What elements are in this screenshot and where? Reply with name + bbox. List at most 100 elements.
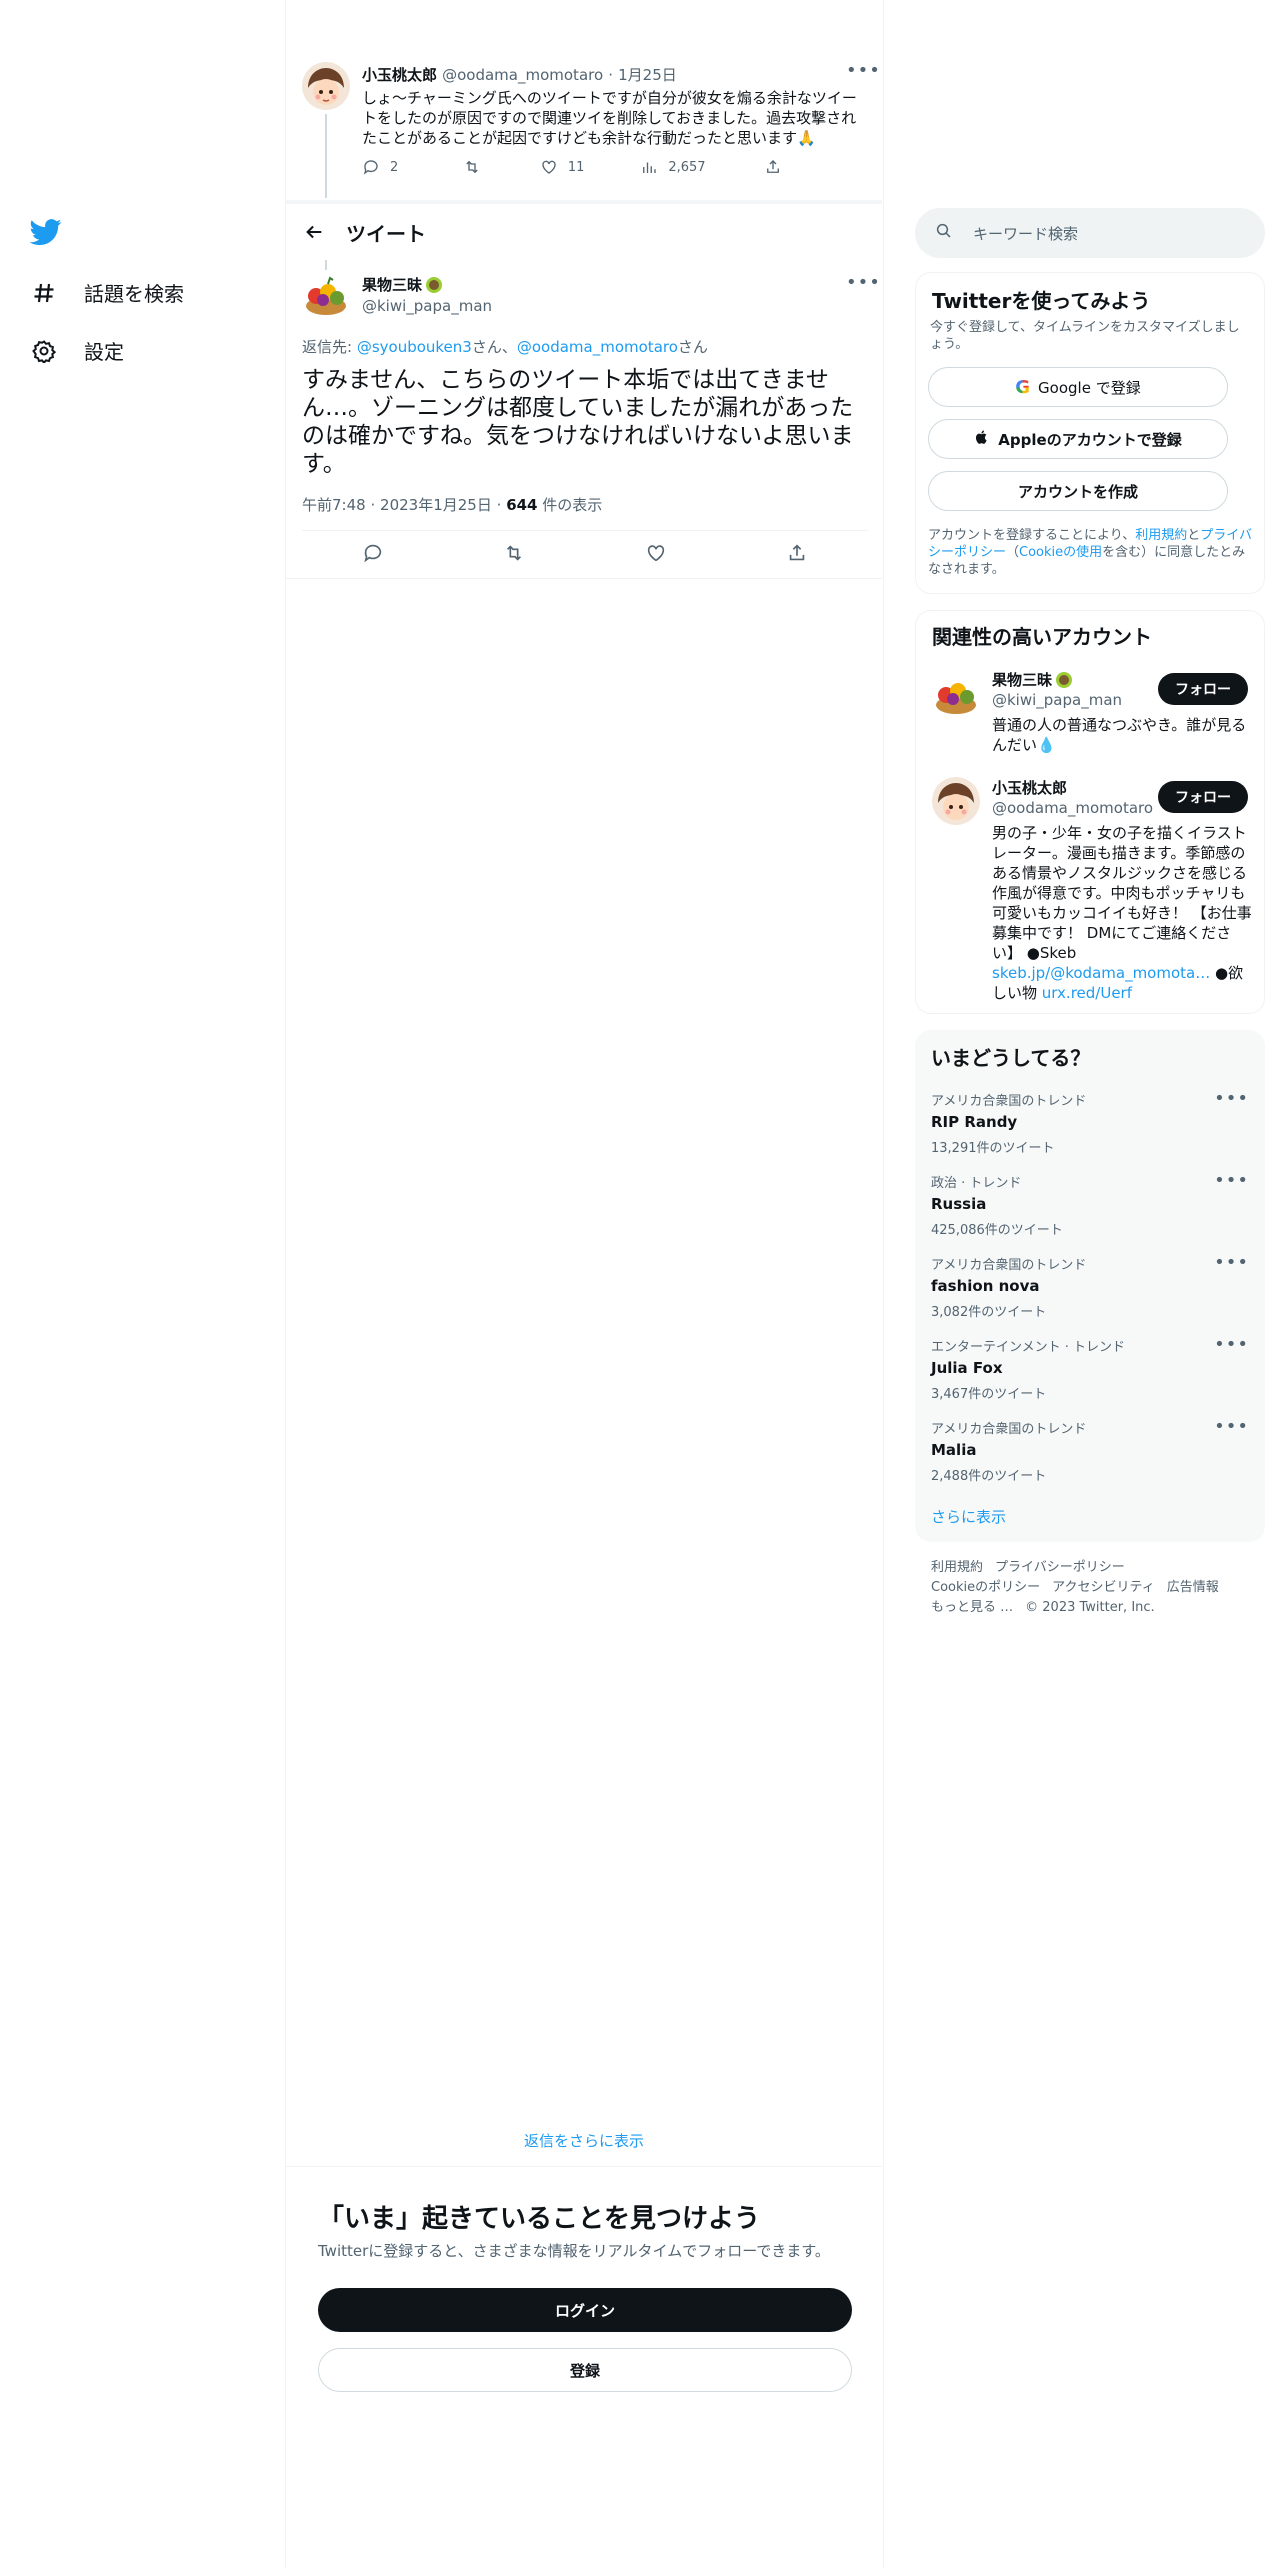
- related-avatar-2[interactable]: [932, 777, 980, 825]
- search-input[interactable]: キーワード検索: [973, 223, 1078, 244]
- trend-more-icon[interactable]: •••: [1214, 1252, 1249, 1273]
- thread-line: [325, 114, 327, 198]
- trend-item[interactable]: アメリカ合衆国のトレンド Malia 2,488件のツイート •••: [931, 1416, 1249, 1484]
- reply-button[interactable]: 2: [362, 158, 463, 176]
- more-replies-link[interactable]: 返信をさらに表示: [286, 2130, 882, 2151]
- prev-tweet-actions: 2 11 2,657: [362, 158, 782, 176]
- views-count: 2,657: [668, 159, 706, 175]
- share-icon: [790, 544, 805, 561]
- trend-more-icon[interactable]: •••: [1214, 1334, 1249, 1355]
- prev-tweet-more-icon[interactable]: •••: [846, 60, 881, 81]
- main-share-button[interactable]: [786, 542, 808, 564]
- search-bar[interactable]: キーワード検索: [915, 208, 1265, 258]
- main-retweet-button[interactable]: [503, 542, 525, 564]
- main-tweet-text: すみません、こちらのツイート本垢では出てきません…。ゾーニングは都度していました…: [302, 367, 854, 477]
- trends-show-more-link[interactable]: さらに表示: [931, 1506, 1006, 1527]
- related-bio-2: 男の子・少年・女の子を描くイラストレーター。漫画も描きます。季節感のある情景やノ…: [992, 823, 1254, 1003]
- follow-button-2[interactable]: フォロー: [1158, 781, 1248, 813]
- footer-cookie-link[interactable]: Cookieのポリシー: [931, 1578, 1040, 1598]
- twitter-logo-icon[interactable]: [29, 216, 70, 252]
- skeb-link[interactable]: skeb.jp/@kodama_momota…: [992, 964, 1210, 982]
- tweet-time[interactable]: 午前7:48: [302, 496, 366, 514]
- trend-item[interactable]: アメリカ合衆国のトレンド RIP Randy 13,291件のツイート •••: [931, 1088, 1249, 1156]
- main-like-button[interactable]: [645, 542, 667, 564]
- apple-signup-button[interactable]: Appleのアカウントで登録: [928, 419, 1228, 459]
- kiwi-emoji-icon: [426, 276, 443, 293]
- trend-meta: アメリカ合衆国のトレンド: [931, 1422, 1087, 1437]
- related-handle-2[interactable]: @oodama_momotaro: [992, 799, 1153, 817]
- trend-count: 3,467件のツイート: [931, 1387, 1047, 1402]
- signup-button[interactable]: 登録: [318, 2348, 852, 2392]
- prev-tweet-name[interactable]: 小玉桃太郎: [362, 66, 437, 84]
- related-handle-1[interactable]: @kiwi_papa_man: [992, 691, 1122, 709]
- like-button[interactable]: 11: [540, 158, 641, 176]
- trend-name: Russia: [931, 1195, 987, 1213]
- retweet-icon: [465, 160, 478, 174]
- main-tweet-avatar[interactable]: [302, 270, 350, 318]
- signup-card-subtitle: 今すぐ登録して、タイムラインをカスタマイズしましょう。: [930, 320, 1240, 352]
- prev-tweet-date[interactable]: 1月25日: [618, 66, 677, 84]
- login-button[interactable]: ログイン: [318, 2288, 852, 2332]
- trend-count: 13,291件のツイート: [931, 1141, 1055, 1156]
- heart-icon: [647, 545, 664, 562]
- left-column-border: [285, 0, 286, 2568]
- nav-settings[interactable]: 設定: [30, 336, 124, 365]
- footer-ads-link[interactable]: 広告情報: [1167, 1578, 1219, 1598]
- reply-to-link-2[interactable]: @oodama_momotaro: [517, 338, 678, 356]
- retweet-button[interactable]: [463, 158, 540, 176]
- trend-meta: 政治 · トレンド: [931, 1176, 1022, 1191]
- tweet-meta-sep: ·: [370, 496, 376, 514]
- retweet-icon: [507, 545, 522, 561]
- footer-accessibility-link[interactable]: アクセシビリティ: [1052, 1578, 1155, 1598]
- trend-item[interactable]: アメリカ合衆国のトレンド fashion nova 3,082件のツイート ••…: [931, 1252, 1249, 1320]
- trend-item[interactable]: 政治 · トレンド Russia 425,086件のツイート •••: [931, 1170, 1249, 1238]
- views-button[interactable]: 2,657: [640, 158, 764, 176]
- trend-item[interactable]: エンターテインメント · トレンド Julia Fox 3,467件のツイート …: [931, 1334, 1249, 1402]
- reply-to-link-1[interactable]: @syoubouken3: [357, 338, 472, 356]
- page-title: ツイート: [346, 221, 426, 246]
- main-reply-button[interactable]: [362, 542, 384, 564]
- related-name-2[interactable]: 小玉桃太郎: [992, 777, 1067, 798]
- wishlist-link[interactable]: urx.red/Uerf: [1042, 984, 1132, 1002]
- footer-terms-link[interactable]: 利用規約: [931, 1558, 983, 1578]
- reply-count: 2: [390, 159, 399, 175]
- main-tweet-more-icon[interactable]: •••: [846, 272, 881, 293]
- footer-privacy-link[interactable]: プライバシーポリシー: [995, 1558, 1125, 1578]
- prev-tweet-handle[interactable]: @oodama_momotaro: [442, 66, 603, 84]
- reply-icon: [364, 544, 381, 563]
- trend-more-icon[interactable]: •••: [1214, 1088, 1249, 1109]
- signup-card: Twitterを使ってみよう 今すぐ登録して、タイムラインをカスタマイズしましょ…: [915, 272, 1265, 594]
- trends-card: いまどうしてる？ アメリカ合衆国のトレンド RIP Randy 13,291件の…: [915, 1030, 1265, 1542]
- main-tweet-user[interactable]: 果物三昧 @kiwi_papa_man: [362, 274, 492, 315]
- trend-more-icon[interactable]: •••: [1214, 1416, 1249, 1437]
- trend-meta: アメリカ合衆国のトレンド: [931, 1094, 1087, 1109]
- main-tweet-actions: [302, 542, 868, 564]
- related-accounts-card: 関連性の高いアカウント 果物三昧 @kiwi_papa_man フォロー 普通の…: [915, 610, 1265, 1014]
- main-tweet-name: 果物三昧: [362, 276, 423, 294]
- share-button[interactable]: [764, 158, 782, 176]
- main-tweet-meta: 午前7:48 · 2023年1月25日 · 644 件の表示: [302, 494, 602, 515]
- divider: [286, 578, 882, 579]
- terms-link[interactable]: 利用規約: [1135, 528, 1187, 543]
- footer-more-link[interactable]: もっと見る …: [931, 1598, 1013, 1618]
- related-avatar-1[interactable]: [932, 669, 980, 717]
- legal-prefix: アカウントを登録することにより、: [928, 528, 1136, 543]
- cookie-link[interactable]: Cookieの使用: [1019, 545, 1102, 560]
- trend-name: Julia Fox: [931, 1359, 1003, 1377]
- trend-more-icon[interactable]: •••: [1214, 1170, 1249, 1191]
- back-arrow-icon[interactable]: [286, 221, 342, 243]
- reply-to-line: 返信先: @syoubouken3さん、@oodama_momotaroさん: [302, 336, 708, 357]
- trend-name: Malia: [931, 1441, 977, 1459]
- prev-tweet-avatar[interactable]: [302, 62, 350, 110]
- google-signup-button[interactable]: G Google で登録: [928, 367, 1228, 407]
- nav-explore[interactable]: 話題を検索: [30, 278, 184, 307]
- trend-count: 2,488件のツイート: [931, 1469, 1047, 1484]
- legal-and: と: [1187, 528, 1201, 543]
- divider: [286, 2166, 882, 2167]
- reply-icon: [363, 160, 378, 175]
- tweet-page-header: ツイート: [286, 204, 882, 260]
- follow-button-1[interactable]: フォロー: [1158, 673, 1248, 705]
- related-name-1-row[interactable]: 果物三昧: [992, 669, 1073, 690]
- tweet-date[interactable]: 2023年1月25日: [380, 496, 492, 514]
- create-account-button[interactable]: アカウントを作成: [928, 471, 1228, 511]
